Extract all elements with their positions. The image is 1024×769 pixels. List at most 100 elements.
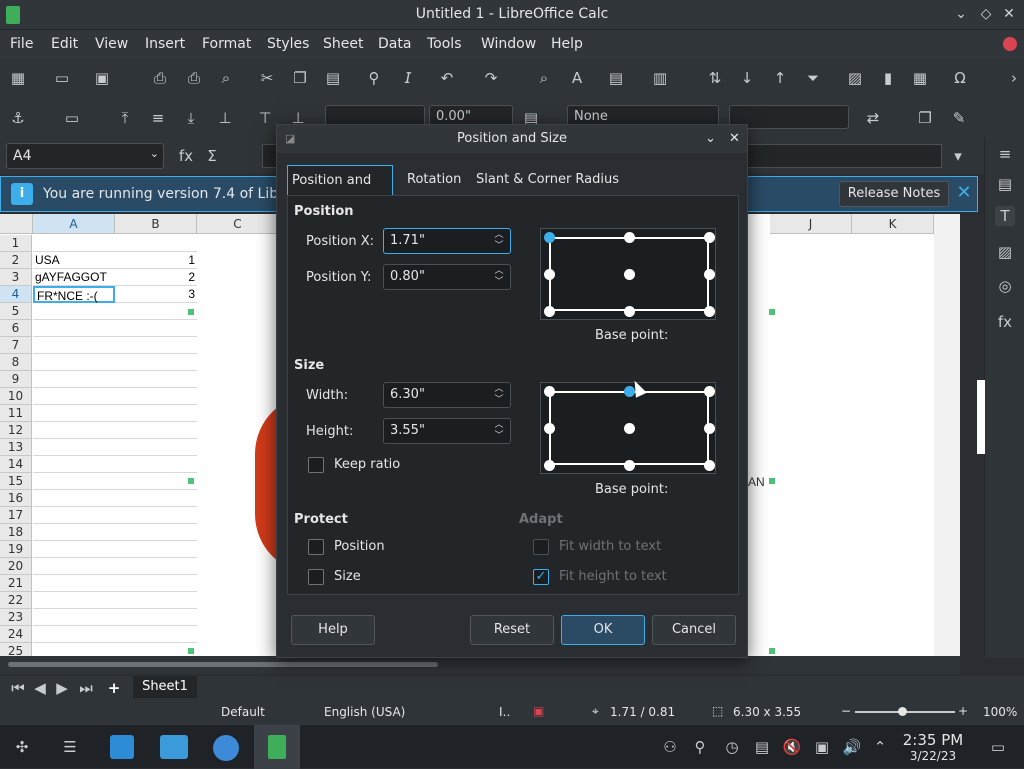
base-point-bottom-right[interactable] — [704, 306, 715, 317]
row-header[interactable]: 13 — [0, 439, 32, 456]
size-point-middle-left[interactable] — [544, 423, 555, 434]
browser-icon[interactable] — [213, 735, 239, 761]
dialog-menu-icon[interactable]: ◪ — [285, 125, 295, 153]
protect-size-label[interactable]: Size — [334, 569, 361, 584]
dialog-minimize-icon[interactable]: ⌄ — [705, 125, 716, 153]
cell-b3[interactable]: 2 — [115, 269, 197, 286]
ok-button[interactable]: OK — [561, 615, 645, 645]
position-base-point-grid[interactable] — [540, 228, 716, 320]
open-icon[interactable]: ▭ — [52, 68, 72, 88]
row-header[interactable]: 20 — [0, 558, 32, 575]
cell-a2[interactable]: USA — [33, 252, 62, 269]
fit-width-checkbox[interactable] — [533, 539, 549, 555]
close-infobar-icon[interactable]: ✕ — [954, 183, 974, 203]
row-header[interactable]: 3 — [0, 269, 32, 286]
selection-handle[interactable] — [188, 478, 194, 484]
export-pdf-icon[interactable]: ⎙ — [150, 68, 170, 88]
row-header[interactable]: 12 — [0, 422, 32, 439]
user-icon[interactable]: ⚇ — [660, 737, 680, 757]
sidebar-collapse-handle[interactable] — [977, 380, 985, 454]
volume-icon[interactable]: 🔊 — [842, 737, 862, 757]
tab-rotation[interactable]: Rotation — [403, 165, 465, 195]
position-y-field[interactable]: 0.80" ︿ ﹀ — [383, 264, 511, 290]
properties-icon[interactable]: ▤ — [995, 174, 1015, 194]
menu-styles[interactable]: Styles — [267, 36, 309, 52]
gallery-icon[interactable]: ▨ — [995, 242, 1015, 262]
sort-icon[interactable]: ⇅ — [705, 68, 725, 88]
size-point-bottom-right[interactable] — [704, 460, 715, 471]
row-header[interactable]: 14 — [0, 456, 32, 473]
print-preview-icon[interactable]: ⌕ — [216, 68, 236, 88]
next-sheet-icon[interactable]: ▶ — [52, 678, 72, 698]
functions-icon[interactable]: fx — [995, 312, 1015, 332]
align-top-icon[interactable]: ⤒ — [115, 108, 135, 128]
zoom-out-icon[interactable]: − — [841, 704, 851, 718]
expand-formula-icon[interactable]: ▾ — [948, 146, 968, 166]
base-point-middle-right[interactable] — [704, 269, 715, 280]
corner-header[interactable] — [0, 214, 33, 234]
add-sheet-icon[interactable]: + — [104, 678, 124, 698]
row-header[interactable]: 22 — [0, 592, 32, 609]
page-style[interactable]: Default — [221, 705, 265, 719]
selection-mode-icon[interactable]: I‥ — [499, 705, 511, 719]
file-manager-icon[interactable] — [160, 735, 188, 759]
tab-slant-corner-radius[interactable]: Slant & Corner Radius — [472, 165, 623, 195]
menu-edit[interactable]: Edit — [51, 36, 78, 52]
points-icon[interactable]: ✎ — [949, 108, 969, 128]
position-x-spin-icon[interactable]: ︿ ﹀ — [492, 230, 506, 252]
spelling-icon[interactable]: A — [567, 68, 587, 88]
protect-size-checkbox[interactable] — [308, 569, 324, 585]
clock-time[interactable]: 2:35 PM — [900, 731, 966, 749]
row-icon[interactable]: ▤ — [606, 68, 626, 88]
print-icon[interactable]: ⎙ — [184, 68, 204, 88]
column-header-c[interactable]: C — [197, 214, 279, 234]
column-header-a[interactable]: A — [33, 214, 115, 234]
row-header[interactable]: 25 — [0, 643, 32, 656]
position-x-field[interactable]: 1.71" ︿ ﹀ — [383, 228, 511, 254]
base-point-center[interactable] — [624, 269, 635, 280]
find-replace-icon[interactable]: ⌕ — [534, 68, 554, 88]
cell-a3[interactable]: gAYFAGGOT — [33, 269, 115, 286]
menu-view[interactable]: View — [95, 36, 128, 52]
row-header[interactable]: 19 — [0, 541, 32, 558]
cell-a4[interactable]: FR*NCE :-( — [33, 286, 115, 303]
selection-handle[interactable] — [769, 478, 775, 484]
height-field[interactable]: 3.55" ︿ ﹀ — [383, 418, 511, 444]
vertical-scrollbar[interactable] — [934, 214, 960, 656]
zoom-in-icon[interactable]: + — [958, 704, 968, 718]
sort-descending-icon[interactable]: ↑ — [770, 68, 790, 88]
selection-handle[interactable] — [769, 648, 775, 654]
cell-b4[interactable]: 3 — [115, 286, 197, 303]
protect-position-label[interactable]: Position — [334, 539, 385, 554]
align-bottom-icon[interactable]: ⤓ — [181, 108, 201, 128]
help-button[interactable]: Help — [291, 615, 375, 645]
horizontal-scrollbar[interactable] — [0, 656, 960, 674]
show-desktop-icon[interactable]: ▭ — [988, 737, 1008, 757]
scrollbar-thumb[interactable] — [8, 662, 438, 667]
kde-connect-icon[interactable]: ⚲ — [690, 737, 710, 757]
dialog-close-icon[interactable]: ✕ — [729, 125, 740, 153]
protect-position-checkbox[interactable] — [308, 539, 324, 555]
position-size-icon[interactable]: ❐ — [915, 108, 935, 128]
reset-button[interactable]: Reset — [470, 615, 554, 645]
fit-height-label[interactable]: Fit height to text — [559, 569, 667, 584]
size-point-bottom-center[interactable] — [624, 460, 635, 471]
width-field[interactable]: 6.30" ︿ ﹀ — [383, 382, 511, 408]
width-spin-icon[interactable]: ︿ ﹀ — [492, 384, 506, 406]
undo-icon[interactable]: ↶ — [437, 68, 457, 88]
prev-sheet-icon[interactable]: ◀ — [30, 678, 50, 698]
column-header-b[interactable]: B — [115, 214, 197, 234]
autofilter-icon[interactable]: ⏷ — [803, 68, 823, 88]
menu-window[interactable]: Window — [481, 36, 536, 52]
cell-b2[interactable]: 1 — [115, 252, 197, 269]
show-hidden-icon[interactable]: ⌃ — [870, 737, 890, 757]
selection-handle[interactable] — [188, 648, 194, 654]
row-header[interactable]: 10 — [0, 388, 32, 405]
minimize-icon[interactable]: ⌄ — [952, 5, 970, 23]
last-sheet-icon[interactable]: ⏭ — [76, 678, 96, 698]
keep-ratio-label[interactable]: Keep ratio — [334, 457, 400, 472]
row-header[interactable]: 11 — [0, 405, 32, 422]
size-point-middle-right[interactable] — [704, 423, 715, 434]
selection-handle[interactable] — [769, 309, 775, 315]
anchor-icon[interactable]: ⚓ — [8, 108, 28, 128]
